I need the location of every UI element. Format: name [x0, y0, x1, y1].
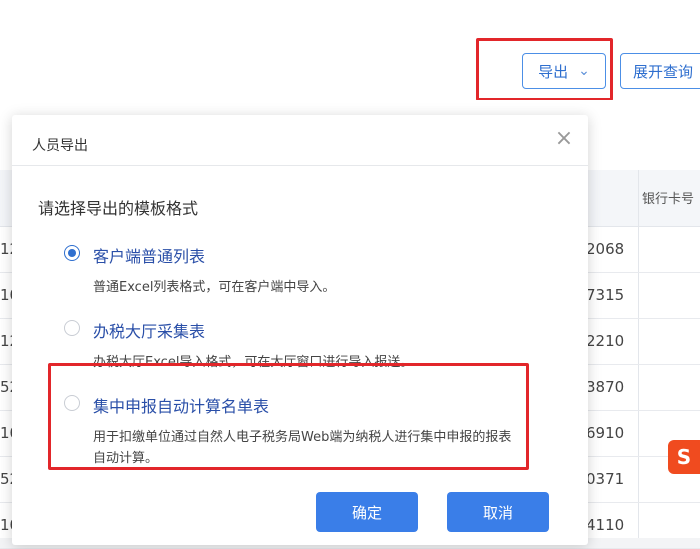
confirm-button[interactable]: 确定: [316, 492, 418, 532]
radio-client-list[interactable]: [64, 245, 80, 261]
export-highlight-box: [476, 38, 613, 101]
cell-number: 2068: [586, 240, 625, 258]
cell-number: 0371: [586, 470, 625, 488]
sogou-logo-icon: S: [668, 440, 700, 474]
cell-number: 2210: [586, 332, 625, 350]
option-description: 普通Excel列表格式，可在客户端中导入。: [93, 280, 336, 295]
option-title[interactable]: 办税大厅采集表: [93, 318, 205, 342]
expand-query-button[interactable]: 展开查询: [620, 53, 700, 89]
cell-number: 7315: [586, 286, 625, 304]
dialog-title: 人员导出: [32, 138, 88, 154]
option-title[interactable]: 客户端普通列表: [93, 243, 205, 267]
dialog-divider: [12, 165, 588, 166]
radio-tax-hall[interactable]: [64, 320, 80, 336]
export-dialog: 人员导出 × 请选择导出的模板格式 客户端普通列表 普通Excel列表格式，可在…: [12, 115, 588, 545]
close-icon[interactable]: ×: [552, 127, 576, 151]
option-highlight-box: [48, 363, 529, 470]
dialog-prompt: 请选择导出的模板格式: [38, 199, 199, 218]
column-header-bank-card: 银行卡号: [642, 192, 695, 207]
cell-number: 3870: [586, 378, 625, 396]
cell-number: 4110: [586, 516, 625, 534]
cell-number: 6910: [586, 424, 625, 442]
cancel-button[interactable]: 取消: [447, 492, 549, 532]
